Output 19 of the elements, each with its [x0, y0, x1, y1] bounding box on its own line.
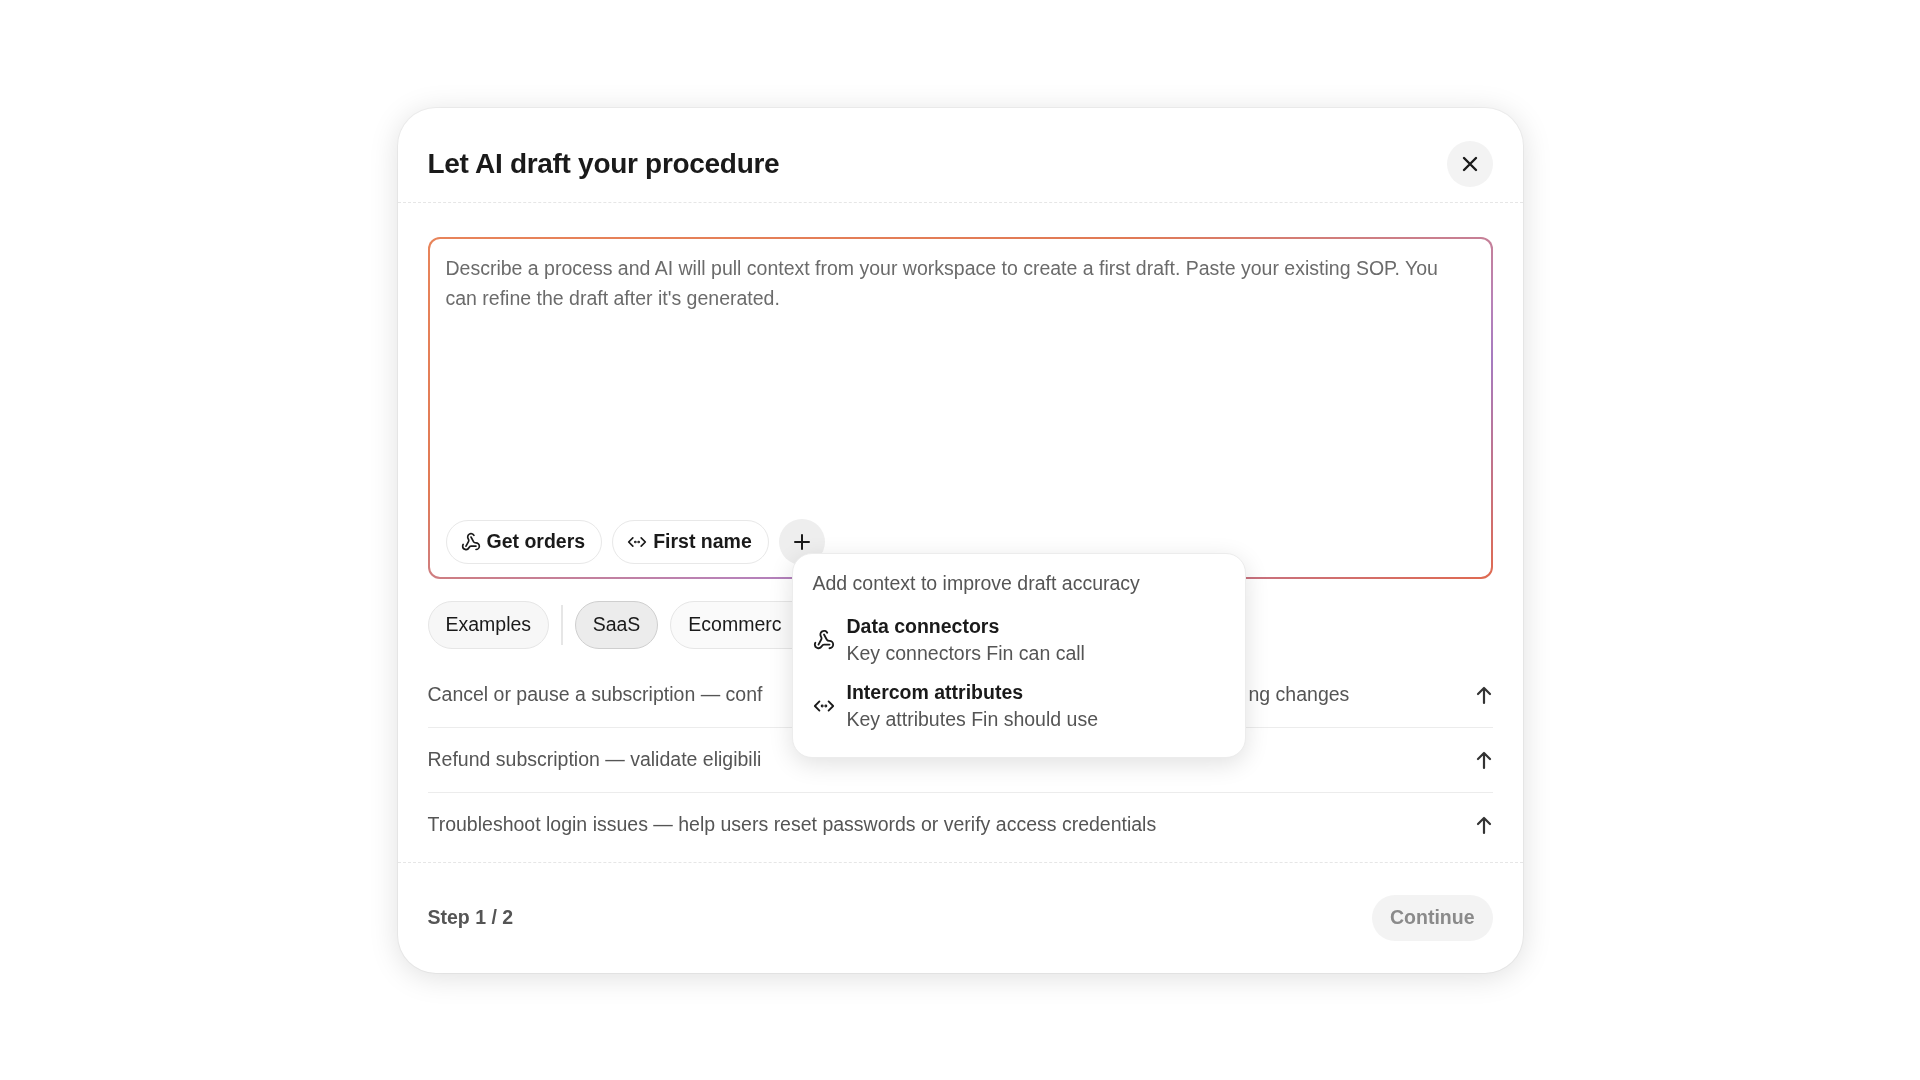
context-pill[interactable]: Get orders [445, 519, 603, 564]
arrow-up-icon[interactable] [1474, 814, 1493, 835]
suggestion-text[interactable]: ng changes [1246, 683, 1350, 706]
webhook-icon [460, 531, 481, 552]
menu-item[interactable]: Intercom attributes Key attributes Fin should use [812, 674, 1225, 741]
menu-heading: Add context to improve draft accuracy [812, 571, 1141, 595]
suggestion-text[interactable]: Refund subscription — validate eligibili [427, 748, 762, 771]
plus-icon [792, 532, 811, 551]
close-icon [1460, 154, 1479, 173]
context-pill[interactable]: First name [612, 519, 769, 564]
suggestion-text[interactable]: Cancel or pause a subscription — conf [427, 683, 763, 706]
dialog-title: Let AI draft your procedure [427, 147, 780, 180]
webhook-icon [812, 628, 835, 651]
step-indicator: Step 1 / 2 [427, 906, 514, 929]
arrow-up-icon[interactable] [1474, 749, 1493, 770]
suggestion-text[interactable]: Troubleshoot login issues — help users reset passwords or verify access credentials [427, 813, 1157, 836]
arrow-up-icon[interactable] [1474, 684, 1493, 705]
examples-label: Examples [427, 600, 550, 649]
category-chip[interactable]: SaaS [574, 600, 659, 649]
